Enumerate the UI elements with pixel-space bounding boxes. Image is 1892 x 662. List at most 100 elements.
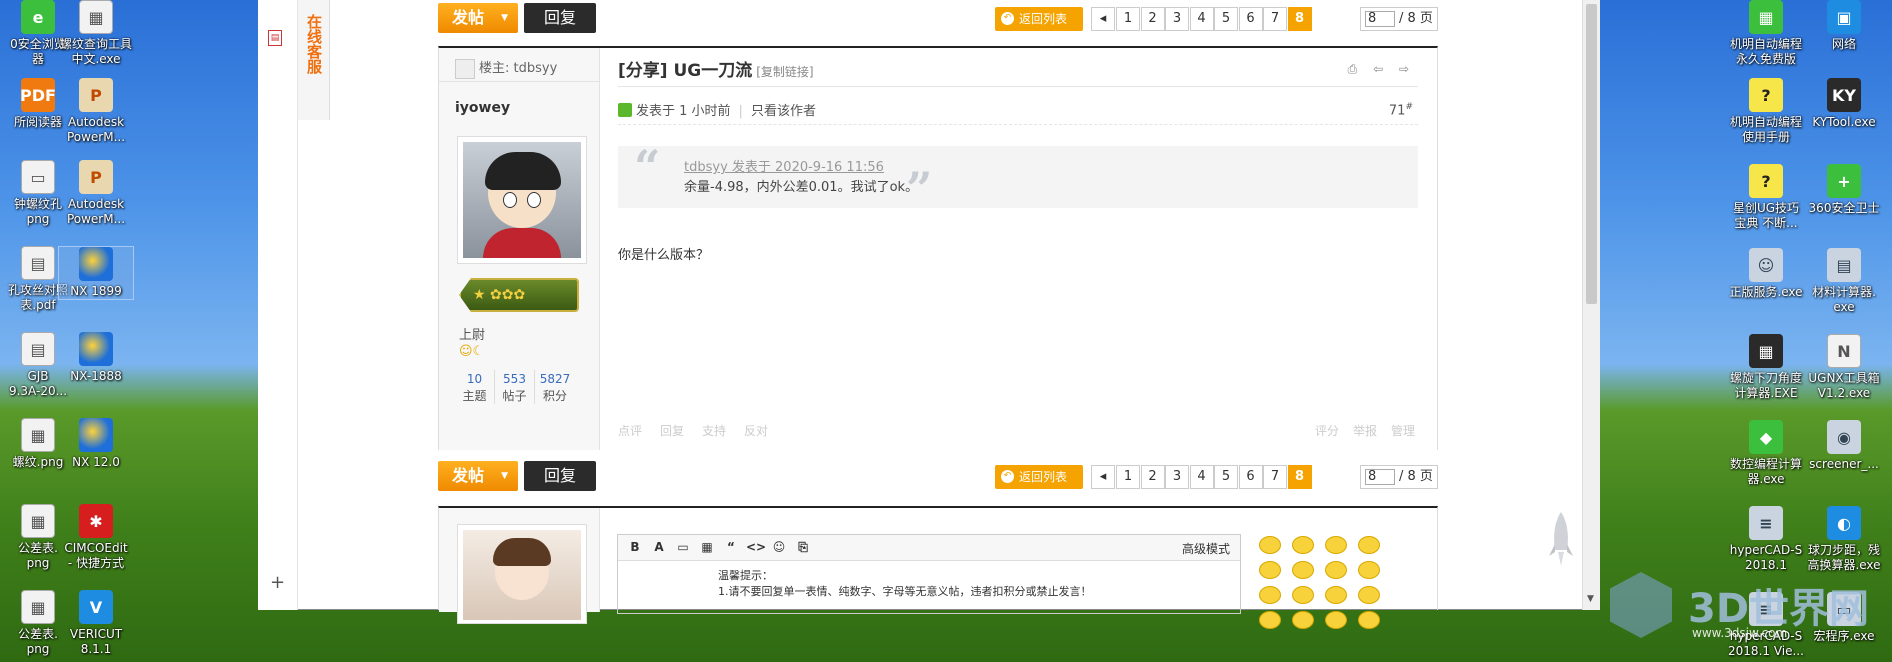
smiley-icon[interactable] <box>1292 611 1314 629</box>
desktop-icon[interactable]: ◆ 数控编程计算 器.exe <box>1728 420 1804 487</box>
desktop-icon[interactable]: ✱ CIMCOEdit - 快捷方式 <box>58 504 134 571</box>
smiley-icon[interactable] <box>1358 561 1380 579</box>
back-to-list-button[interactable]: ↶ 返回列表 <box>995 465 1083 489</box>
editor-button[interactable]: ▭ <box>674 539 692 555</box>
editor-button[interactable]: B <box>626 539 644 555</box>
desktop-icon[interactable]: P Autodesk PowerM... <box>58 78 134 145</box>
advanced-mode-link[interactable]: 高级模式 <box>1182 540 1230 557</box>
smiley-icon[interactable] <box>1325 561 1347 579</box>
page-number-button[interactable]: 2 <box>1140 7 1165 31</box>
post-action[interactable]: 举报 <box>1353 424 1377 438</box>
desktop-icon[interactable]: ≡ hyperCAD-S 2018.1 <box>1728 506 1804 573</box>
page-number-button[interactable]: 5 <box>1214 465 1238 489</box>
author-only-link[interactable]: 只看该作者 <box>751 104 816 119</box>
desktop-icon[interactable]: ▤ 材料计算器. exe <box>1806 248 1882 315</box>
quote-author-link[interactable]: tdbsyy 发表于 2020-9-16 11:56 <box>684 156 884 175</box>
smiley-icon[interactable] <box>1259 561 1281 579</box>
desktop-icon[interactable]: ▦ 机明自动编程 永久免费版 <box>1728 0 1804 67</box>
new-post-button[interactable]: 发帖 ▼ <box>438 3 518 33</box>
desktop-icon[interactable]: ☺ 正版服务.exe <box>1728 248 1804 300</box>
copy-link[interactable]: [复制链接] <box>756 65 813 79</box>
prev-page-icon[interactable]: ◂ <box>1091 7 1115 31</box>
reply-editor[interactable]: B A ▭ ▦ “ <> ☺ ⎘ 高级模式 温馨提示： 1.请不要回复单一表情、纯数字、字母等… <box>617 534 1241 614</box>
page-number-button[interactable]: 1 <box>1116 465 1140 489</box>
editor-button[interactable]: A <box>650 539 668 555</box>
scroll-thumb[interactable] <box>1586 4 1597 304</box>
desktop-icon[interactable]: NX 12.0 <box>58 418 134 470</box>
online-service-tab[interactable]: 在线客服 <box>298 0 330 120</box>
smiley-icon[interactable] <box>1325 586 1347 604</box>
page-jump[interactable]: 8/ 8 页 <box>1360 465 1438 489</box>
page-input[interactable]: 8 <box>1365 468 1395 485</box>
page-number-button[interactable]: 4 <box>1189 465 1214 489</box>
smiley-icon[interactable] <box>1292 561 1314 579</box>
editor-button[interactable]: ▦ <box>698 539 716 555</box>
page-number-button[interactable]: 5 <box>1214 7 1238 31</box>
desktop-icon[interactable]: V VERICUT 8.1.1 <box>58 590 134 657</box>
page-number-button[interactable]: 7 <box>1263 465 1287 489</box>
page-number-button[interactable]: 1 <box>1116 7 1140 31</box>
desktop-icon[interactable]: ? 机明自动编程 使用手册 <box>1728 78 1804 145</box>
prev-page-icon[interactable]: ◂ <box>1091 465 1115 489</box>
pdf-icon[interactable]: ▤ <box>268 30 282 46</box>
print-prev-next-icons[interactable]: ⎙ ⇦ ⇨ <box>1348 62 1415 77</box>
smiley-icon[interactable] <box>1358 611 1380 629</box>
page-number-button[interactable]: 6 <box>1238 7 1263 31</box>
scrollbar[interactable]: ▼ <box>1582 0 1600 610</box>
post-action[interactable]: 管理 <box>1391 424 1415 438</box>
new-post-button[interactable]: 发帖 ▼ <box>438 461 518 491</box>
stat-topics[interactable]: 10 主题 <box>455 370 495 404</box>
plus-icon[interactable]: + <box>270 572 285 593</box>
page-number-button[interactable]: 2 <box>1140 465 1165 489</box>
floor-number[interactable]: 71# <box>1389 102 1413 118</box>
page-jump[interactable]: 8/ 8 页 <box>1360 7 1438 31</box>
editor-button[interactable]: <> <box>746 539 766 555</box>
page-number-button[interactable]: 6 <box>1238 465 1263 489</box>
desktop-icon[interactable]: ▣ 网络 <box>1806 0 1882 52</box>
desktop-icon[interactable]: +360安全卫士 <box>1806 164 1882 216</box>
smiley-icon[interactable] <box>1259 536 1281 554</box>
avatar[interactable] <box>457 136 587 264</box>
editor-button[interactable]: ☺ <box>770 539 788 555</box>
desktop-icon[interactable]: ◐ 球刀步距，残 高换算器.exe <box>1806 506 1882 573</box>
page-number-button[interactable]: 3 <box>1165 465 1189 489</box>
avatar[interactable] <box>457 524 587 624</box>
back-to-list-button[interactable]: ↶ 返回列表 <box>995 7 1083 31</box>
desktop-icon[interactable]: P Autodesk PowerM... <box>58 160 134 227</box>
post-action[interactable]: 评分 <box>1315 424 1339 438</box>
post-action[interactable]: 回复 <box>660 424 684 438</box>
post-action[interactable]: 反对 <box>744 424 768 438</box>
desktop-icon[interactable]: N UGNX工具箱 V1.2.exe <box>1806 334 1882 401</box>
smiley-icon[interactable] <box>1358 536 1380 554</box>
post-action[interactable]: 点评 <box>618 424 642 438</box>
desktop-icon[interactable]: NX 1899 <box>58 246 134 300</box>
page-number-button[interactable]: 7 <box>1263 7 1287 31</box>
desktop-icon[interactable]: KY KYTool.exe <box>1806 78 1882 130</box>
back-to-top-rocket-icon[interactable] <box>1548 510 1574 570</box>
smiley-icon[interactable] <box>1292 586 1314 604</box>
smiley-icon[interactable] <box>1325 536 1347 554</box>
smiley-icon[interactable] <box>1325 611 1347 629</box>
editor-button[interactable]: ⎘ <box>794 539 812 555</box>
stat-posts[interactable]: 553 帖子 <box>495 370 535 404</box>
author-name[interactable]: iyowey <box>455 100 510 116</box>
smiley-icon[interactable] <box>1259 611 1281 629</box>
smiley-icon[interactable] <box>1259 586 1281 604</box>
smiley-icon[interactable] <box>1358 586 1380 604</box>
desktop-icon[interactable]: ◉ screener_... <box>1806 420 1882 472</box>
page-input[interactable]: 8 <box>1365 10 1395 27</box>
editor-button[interactable]: “ <box>722 539 740 555</box>
desktop-icon[interactable]: ▦ 螺纹查询工具 中文.exe <box>58 0 134 67</box>
stat-points[interactable]: 5827 积分 <box>535 370 575 404</box>
reply-button[interactable]: 回复 <box>524 3 596 33</box>
page-number-button[interactable]: 4 <box>1189 7 1214 31</box>
smiley-icon[interactable] <box>1292 536 1314 554</box>
scroll-down-icon[interactable]: ▼ <box>1587 594 1594 604</box>
page-number-button[interactable]: 8 <box>1287 465 1312 489</box>
page-number-button[interactable]: 3 <box>1165 7 1189 31</box>
desktop-icon[interactable]: ? 星创UG技巧 宝典 不断... <box>1728 164 1804 231</box>
desktop-icon[interactable]: NX-1888 <box>58 332 134 384</box>
reply-button[interactable]: 回复 <box>524 461 596 491</box>
post-action[interactable]: 支持 <box>702 424 726 438</box>
page-number-button[interactable]: 8 <box>1287 7 1312 31</box>
